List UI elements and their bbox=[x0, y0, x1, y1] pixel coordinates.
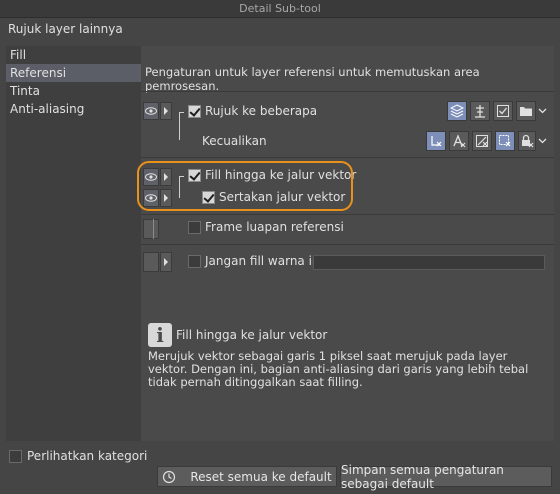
reference-layer-icon[interactable] bbox=[470, 101, 490, 121]
divider bbox=[141, 91, 554, 92]
exclude-edit-icon[interactable] bbox=[472, 131, 492, 151]
info-title: Fill hingga ke jalur vektor bbox=[176, 328, 328, 342]
sidebar-item-anti-aliasing[interactable]: Anti-aliasing bbox=[6, 100, 141, 118]
preset-label: Rujuk layer lainnya bbox=[8, 22, 123, 36]
sidebar-item-tinta[interactable]: Tinta bbox=[6, 82, 141, 100]
divider bbox=[153, 219, 154, 239]
frame-reference-checkbox[interactable] bbox=[188, 221, 201, 234]
sidebar-item-referensi[interactable]: Referensi bbox=[6, 64, 141, 82]
clock-icon bbox=[163, 470, 176, 483]
exclude-selection-icon[interactable] bbox=[495, 131, 515, 151]
show-category-label: Perlihatkan kategori bbox=[27, 449, 148, 463]
exclude-lock-icon[interactable] bbox=[518, 131, 536, 151]
selected-layer-icon[interactable] bbox=[493, 101, 513, 121]
expand-arrow-icon[interactable] bbox=[160, 102, 172, 120]
sidebar-item-fill[interactable]: Fill bbox=[6, 46, 141, 64]
group-bracket bbox=[179, 112, 184, 140]
reset-default-label: Reset semua ke default bbox=[190, 469, 332, 484]
save-default-label: Simpan semua pengaturan sebagai default bbox=[341, 462, 504, 491]
divider bbox=[141, 244, 554, 245]
refer-multiple-checkbox[interactable] bbox=[188, 105, 201, 118]
exclude-label: Kecualikan bbox=[202, 134, 267, 148]
expand-arrow-icon[interactable] bbox=[160, 252, 172, 272]
chevron-down-icon[interactable] bbox=[536, 131, 548, 151]
blank-toggle[interactable] bbox=[143, 252, 159, 272]
exclude-text-icon[interactable] bbox=[449, 131, 469, 151]
reset-default-button[interactable]: Reset semua ke default bbox=[157, 466, 337, 487]
show-category-checkbox[interactable] bbox=[9, 450, 22, 463]
chevron-down-icon[interactable] bbox=[536, 101, 548, 121]
no-fill-color-label: Jangan fill warna ini bbox=[205, 254, 323, 268]
highlight-outline bbox=[137, 161, 353, 211]
divider bbox=[141, 214, 554, 215]
blank-toggle[interactable] bbox=[143, 219, 159, 239]
refer-multiple-label: Rujuk ke beberapa bbox=[205, 104, 318, 118]
section-description: Pengaturan untuk layer referensi untuk m… bbox=[145, 65, 480, 93]
divider bbox=[141, 157, 554, 158]
info-icon: i bbox=[148, 323, 172, 347]
no-fill-color-checkbox[interactable] bbox=[188, 255, 201, 268]
eye-icon[interactable] bbox=[143, 102, 159, 120]
color-list-field[interactable] bbox=[313, 255, 545, 270]
info-text: Merujuk vektor sebagai garis 1 piksel sa… bbox=[148, 349, 529, 389]
info-panel: i Fill hingga ke jalur vektor Merujuk ve… bbox=[144, 320, 549, 438]
save-default-button[interactable]: Simpan semua pengaturan sebagai default bbox=[340, 463, 552, 491]
category-sidebar: Fill Referensi Tinta Anti-aliasing bbox=[6, 46, 141, 441]
window-title: Detail Sub-tool bbox=[0, 0, 560, 18]
frame-reference-label: Frame luapan referensi bbox=[205, 220, 344, 234]
exclude-draft-icon[interactable] bbox=[426, 131, 446, 151]
all-layers-icon[interactable] bbox=[447, 101, 467, 121]
folder-icon[interactable] bbox=[516, 101, 536, 121]
